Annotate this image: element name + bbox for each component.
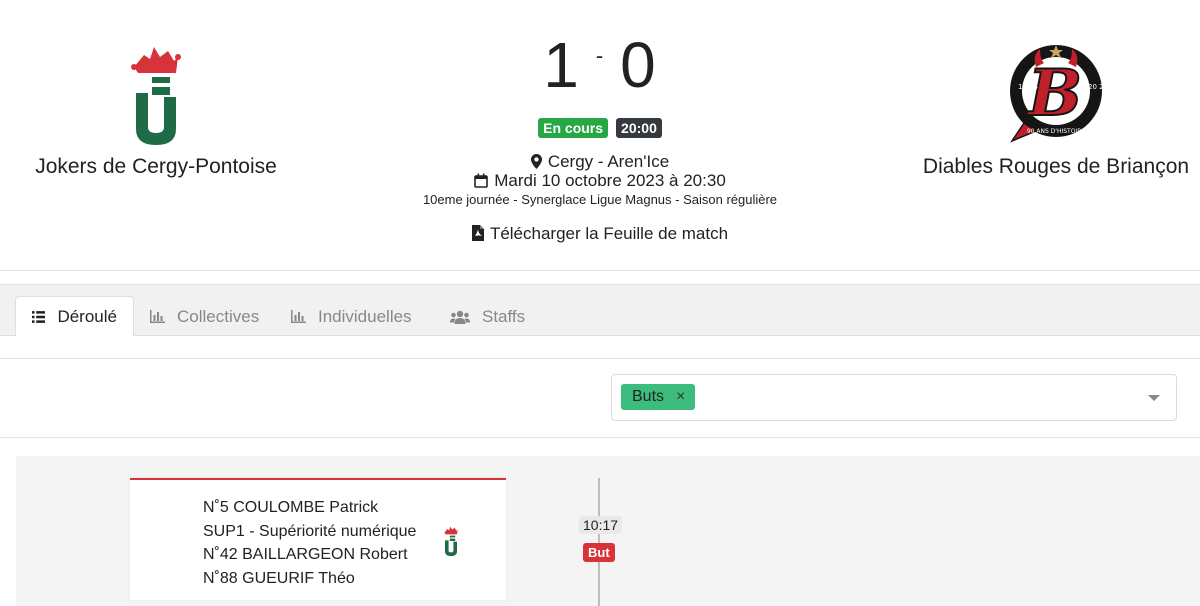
away-team: B 19 34 20 24 90 ANS D'HISTOIRE Diables …	[904, 40, 1200, 179]
svg-text:B: B	[1026, 56, 1082, 131]
event-type-badge: But	[583, 543, 615, 562]
event-scorer: N˚5 COULOMBE Patrick	[203, 499, 379, 516]
event-time: 10:17	[579, 516, 623, 534]
live-status-badge: En cours	[538, 118, 609, 138]
logo-year-left: 19 34	[1018, 83, 1039, 91]
filter-chip-buts: Buts ×	[621, 384, 696, 410]
event-assist-1: N˚42 BAILLARGEON Robert	[203, 546, 408, 563]
chip-remove-icon[interactable]: ×	[676, 388, 685, 406]
tab-bar: Déroulé Collectives Individuelles Staffs	[0, 284, 1200, 337]
away-team-name: Diables Rouges de Briançon	[922, 155, 1190, 178]
tab-staffs[interactable]: Staffs	[434, 296, 541, 337]
event-assist-2: N˚88 GUEURIF Théo	[203, 569, 355, 587]
filter-divider	[0, 437, 1200, 438]
filter-chip-label: Buts	[632, 388, 665, 405]
download-sheet-label: Télécharger la Feuille de match	[489, 224, 729, 243]
match-time-badge: 20:00	[616, 118, 662, 138]
diables-rouges-logo-icon: B 19 34 20 24 90 ANS D'HISTOIRE	[904, 40, 1200, 145]
tab-collectives-label: Collectives	[177, 306, 260, 326]
event-filter-select[interactable]: Buts ×	[611, 374, 1177, 421]
away-score: 0	[620, 29, 657, 101]
event-situation: SUP1 - Supériorité numérique	[203, 522, 417, 540]
tab-deroule[interactable]: Déroulé	[15, 296, 134, 337]
pdf-file-icon	[471, 225, 484, 246]
users-icon	[450, 310, 470, 324]
chevron-down-icon[interactable]	[1148, 395, 1160, 401]
logo-year-right: 20 24	[1088, 83, 1106, 91]
match-location-text: Cergy - Aren'Ice	[547, 152, 670, 171]
match-date-text: Mardi 10 octobre 2023 à 20:30	[494, 171, 726, 190]
goal-event-card: N˚5 COULOMBE Patrick SUP1 - Supériorité …	[130, 478, 506, 600]
bar-chart-icon	[150, 310, 165, 323]
tab-collectives[interactable]: Collectives	[134, 296, 275, 337]
tab-individuelles-label: Individuelles	[318, 306, 412, 326]
event-details: N˚5 COULOMBE Patrick SUP1 - Supériorité …	[203, 496, 416, 590]
jokers-logo-icon	[443, 526, 459, 561]
tab-deroule-label: Déroulé	[57, 306, 117, 326]
score-separator: -	[595, 43, 605, 68]
home-score: 1	[543, 29, 580, 101]
logo-arc-text: 90 ANS D'HISTOIRE	[1027, 128, 1086, 135]
download-sheet-link[interactable]: Télécharger la Feuille de match	[0, 224, 1200, 246]
tabs-divider	[0, 358, 1200, 359]
list-icon	[32, 310, 46, 323]
calendar-icon	[474, 173, 489, 193]
match-round: 10eme journée - Synerglace Ligue Magnus …	[422, 192, 778, 207]
header-divider	[0, 270, 1200, 271]
bar-chart-icon	[291, 310, 306, 323]
tab-individuelles[interactable]: Individuelles	[275, 296, 428, 337]
tab-staffs-label: Staffs	[482, 306, 526, 326]
timeline-axis	[598, 478, 600, 606]
